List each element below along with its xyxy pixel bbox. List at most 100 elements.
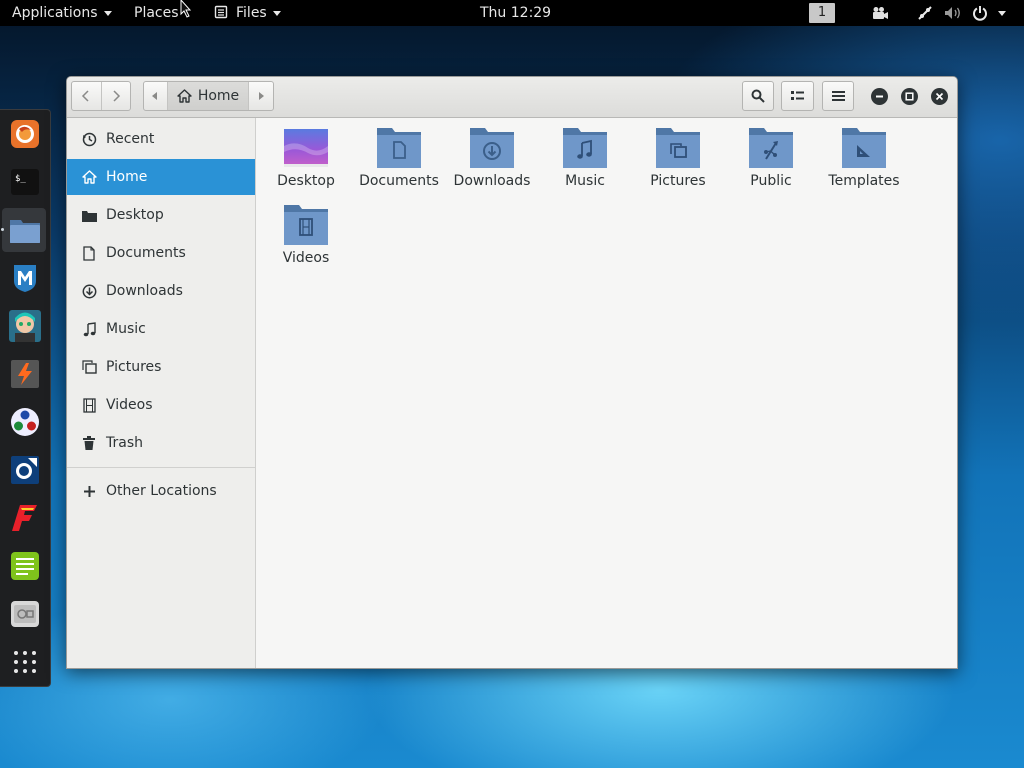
folder-item-videos[interactable]: Videos [261, 205, 351, 266]
terminal-icon[interactable]: $_ [9, 166, 41, 198]
search-icon [751, 89, 765, 103]
desktop-folder-icon [284, 128, 328, 168]
files-icon[interactable] [9, 214, 41, 246]
public-folder-icon [749, 128, 793, 168]
chevron-right-icon [113, 90, 120, 102]
applications-menu[interactable]: Applications [12, 0, 112, 26]
documents-folder-icon [377, 128, 421, 168]
workspace-indicator[interactable]: 1 [809, 3, 835, 23]
folder-label: Music [565, 173, 605, 189]
beef-icon[interactable] [9, 454, 41, 486]
sidebar-item-downloads[interactable]: Downloads [67, 273, 255, 309]
sidebar-item-label: Music [106, 321, 146, 337]
screenshot-icon[interactable] [9, 598, 41, 630]
forward-button[interactable] [102, 82, 131, 110]
file-icon-view: Desktop Documents Downloads Music Pictur… [256, 118, 957, 668]
sidebar-item-label: Videos [106, 397, 153, 413]
folder-item-downloads[interactable]: Downloads [447, 128, 537, 189]
chevron-down-icon [103, 10, 112, 16]
clock[interactable]: Thu 12:29 [480, 0, 551, 26]
search-button[interactable] [742, 81, 774, 111]
templates-folder-icon [842, 128, 886, 168]
clock-icon [81, 131, 97, 147]
home-icon [81, 169, 97, 185]
sidebar-item-trash[interactable]: Trash [67, 425, 255, 461]
folder-item-public[interactable]: Public [726, 128, 816, 189]
view-toggle-button[interactable] [781, 81, 814, 111]
files-app-menu[interactable]: Files [214, 0, 281, 26]
armitage-icon[interactable] [9, 310, 41, 342]
path-scroll-right-button[interactable] [248, 82, 273, 110]
faraday-icon[interactable] [9, 502, 41, 534]
pictures-folder-icon [656, 128, 700, 168]
maximize-button[interactable] [901, 88, 918, 105]
downloads-folder-icon [470, 128, 514, 168]
plus-icon [81, 483, 97, 499]
path-scroll-left-button[interactable] [144, 82, 168, 110]
top-panel: Applications Places Files Thu 12:29 1 [0, 0, 1024, 26]
sidebar-item-label: Downloads [106, 283, 183, 299]
sidebar-item-music[interactable]: Music [67, 311, 255, 347]
sidebar-item-label: Other Locations [106, 483, 217, 499]
folder-label: Downloads [453, 173, 531, 189]
minimize-icon [876, 95, 883, 98]
close-icon [935, 92, 944, 101]
applications-label: Applications [12, 5, 98, 21]
files-menu-icon [214, 5, 228, 19]
chevron-down-icon [272, 10, 281, 16]
system-menu[interactable] [972, 0, 1006, 26]
back-button[interactable] [72, 82, 102, 110]
video-camera-icon[interactable] [872, 6, 889, 20]
sidebar-item-videos[interactable]: Videos [67, 387, 255, 423]
list-view-icon [791, 91, 804, 100]
history-buttons [71, 81, 131, 111]
folder-label: Pictures [650, 173, 706, 189]
metasploit-icon[interactable] [9, 262, 41, 294]
dock: $_ [0, 109, 51, 687]
svg-text:$_: $_ [15, 174, 26, 184]
sidebar-item-label: Pictures [106, 359, 162, 375]
running-indicator [1, 228, 4, 231]
sidebar-item-other-locations[interactable]: Other Locations [67, 473, 255, 509]
pictures-icon [81, 359, 97, 375]
files-menu-label: Files [236, 5, 267, 21]
show-applications-icon[interactable] [9, 646, 41, 678]
burpsuite-icon[interactable] [9, 358, 41, 390]
home-icon [177, 89, 192, 103]
mouse-pointer-icon [180, 0, 192, 18]
path-home-button[interactable]: Home [167, 82, 249, 110]
close-button[interactable] [931, 88, 948, 105]
places-label: Places [134, 5, 179, 21]
desktop-icon [81, 207, 97, 223]
minimize-button[interactable] [871, 88, 888, 105]
trash-icon [81, 435, 97, 451]
videos-folder-icon [284, 205, 328, 245]
maltego-icon[interactable] [9, 406, 41, 438]
maximize-icon [905, 92, 914, 101]
folder-item-templates[interactable]: Templates [819, 128, 909, 189]
sidebar-item-desktop[interactable]: Desktop [67, 197, 255, 233]
sidebar-item-pictures[interactable]: Pictures [67, 349, 255, 385]
sidebar-item-documents[interactable]: Documents [67, 235, 255, 271]
document-icon [81, 245, 97, 261]
volume-icon[interactable] [944, 6, 962, 20]
music-icon [81, 321, 97, 337]
sidebar-item-label: Trash [106, 435, 143, 451]
sidebar-item-recent[interactable]: Recent [67, 121, 255, 157]
folder-item-pictures[interactable]: Pictures [633, 128, 723, 189]
folder-label: Desktop [277, 173, 335, 189]
folder-label: Documents [359, 173, 439, 189]
firefox-icon[interactable] [9, 118, 41, 150]
leafpad-icon[interactable] [9, 550, 41, 582]
folder-item-documents[interactable]: Documents [354, 128, 444, 189]
places-menu[interactable]: Places [134, 0, 179, 26]
folder-label: Videos [282, 250, 330, 266]
sidebar-item-home[interactable]: Home [67, 159, 255, 195]
sidebar-item-label: Documents [106, 245, 186, 261]
folder-item-desktop[interactable]: Desktop [261, 128, 351, 189]
menu-button[interactable] [822, 81, 854, 111]
files-window: Home Recent Home Desktop Documents Downl… [66, 76, 958, 669]
folder-item-music[interactable]: Music [540, 128, 630, 189]
network-wired-icon[interactable] [917, 5, 933, 21]
chevron-down-icon [998, 10, 1006, 16]
